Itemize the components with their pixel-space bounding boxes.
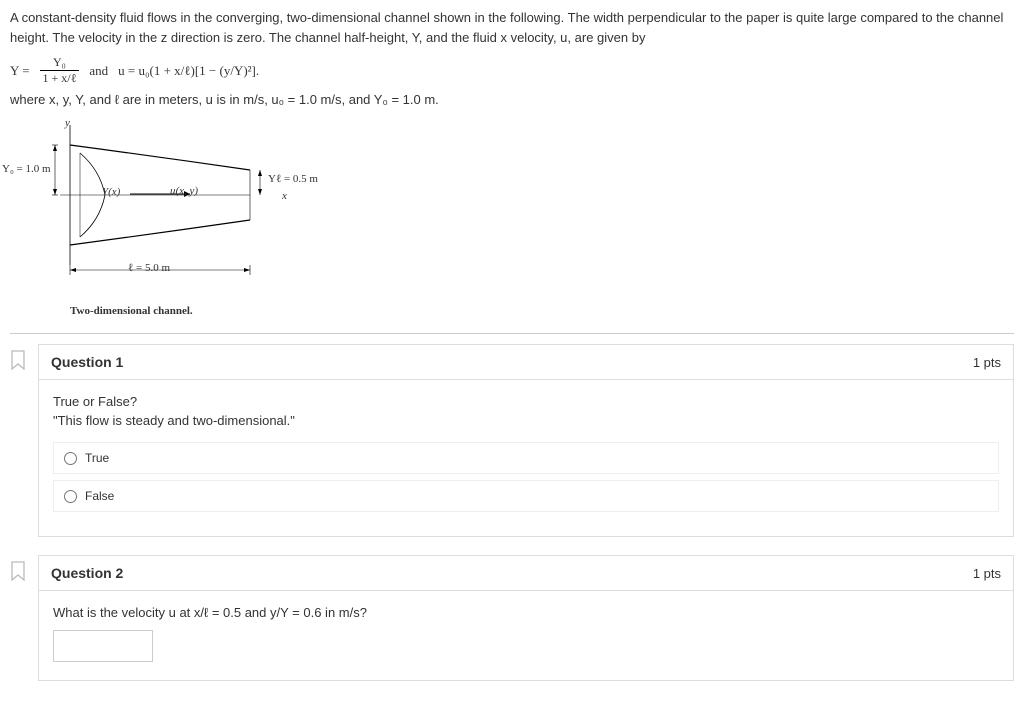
y-axis-label: y xyxy=(65,117,70,129)
Y-equals: Y = xyxy=(10,63,30,79)
channel-svg xyxy=(50,115,270,285)
Yx-label: Y(x) xyxy=(102,186,120,198)
Yl-label: Yℓ = 0.5 m xyxy=(268,173,318,185)
figure-caption: Two-dimensional channel. xyxy=(70,305,193,317)
bookmark-icon[interactable] xyxy=(10,561,26,581)
separator xyxy=(10,333,1014,334)
q1-radio-false[interactable] xyxy=(64,490,77,503)
x-axis-label: x xyxy=(282,190,287,202)
channel-figure: y Y₀ = 1.0 m Y(x) u(x, y) Yℓ = 0.5 m x ℓ… xyxy=(10,115,290,315)
question-1-card: Question 1 1 pts True or False? "This fl… xyxy=(38,344,1014,537)
question-2-row: Question 2 1 pts What is the velocity u … xyxy=(10,555,1014,681)
q2-prompt: What is the velocity u at x/ℓ = 0.5 and … xyxy=(53,605,999,620)
Y0-label: Y₀ = 1.0 m xyxy=(2,163,51,175)
q1-option-false[interactable]: False xyxy=(53,480,999,512)
q1-true-label: True xyxy=(85,451,109,465)
q2-answer-input[interactable] xyxy=(53,630,153,662)
ell-label: ℓ = 5.0 m xyxy=(128,262,170,274)
Y-fraction: Y₀ 1 + x/ℓ xyxy=(40,55,80,86)
q1-radio-true[interactable] xyxy=(64,452,77,465)
formula-row: Y = Y₀ 1 + x/ℓ and u = u₀(1 + x/ℓ)[1 − (… xyxy=(10,55,1014,86)
question-2-points: 1 pts xyxy=(973,566,1001,581)
problem-intro: A constant-density fluid flows in the co… xyxy=(10,8,1014,47)
question-2-card: Question 2 1 pts What is the velocity u … xyxy=(38,555,1014,681)
q1-false-label: False xyxy=(85,489,114,503)
and-word: and xyxy=(89,63,108,79)
question-1-points: 1 pts xyxy=(973,355,1001,370)
q1-option-true[interactable]: True xyxy=(53,442,999,474)
q1-statement: "This flow is steady and two-dimensional… xyxy=(53,413,999,428)
where-note: where x, y, Y, and ℓ are in meters, u is… xyxy=(10,92,1014,107)
uxy-label: u(x, y) xyxy=(170,185,198,197)
bookmark-icon[interactable] xyxy=(10,350,26,370)
question-1-row: Question 1 1 pts True or False? "This fl… xyxy=(10,344,1014,537)
question-2-title: Question 2 xyxy=(51,565,123,581)
u-expression: u = u₀(1 + x/ℓ)[1 − (y/Y)²]. xyxy=(118,63,259,79)
q1-prompt: True or False? xyxy=(53,394,999,409)
question-1-title: Question 1 xyxy=(51,354,123,370)
